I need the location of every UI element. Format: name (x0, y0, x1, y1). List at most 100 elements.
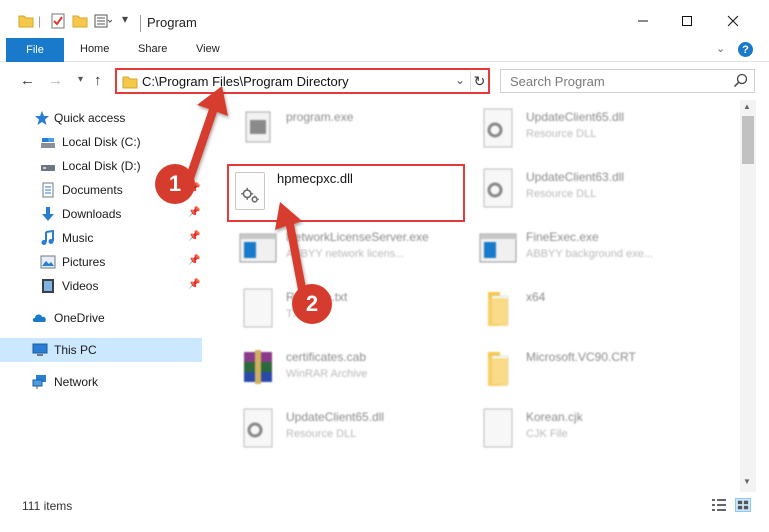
maximize-icon[interactable] (672, 10, 702, 32)
drive-icon (41, 165, 55, 171)
folder-icon (488, 352, 509, 386)
pin-icon[interactable]: 📌 (188, 159, 200, 170)
tab-home[interactable]: Home (80, 43, 109, 55)
file-name: NetworkLicenseServer.exe (286, 230, 429, 244)
qa-separator: | (38, 14, 42, 28)
file-item-hpmecpxc-dll[interactable]: hpmecpxc.dll (227, 164, 465, 222)
tab-file[interactable]: File (6, 38, 64, 62)
app-window-icon (479, 233, 517, 263)
pin-icon[interactable]: 📌 (188, 255, 200, 266)
sidebar-item-label: Local Disk (D:) (62, 159, 141, 173)
archive-icon (244, 350, 272, 384)
details-view-icon[interactable] (711, 498, 727, 512)
qa-dropdown-icon[interactable]: ▾ (122, 12, 128, 26)
file-item-updateclient65-b[interactable]: UpdateClient65.dll Resource DLL (220, 402, 460, 456)
file-item-readme[interactable]: ReadMe.txt TXT (220, 282, 460, 336)
dll-gear-icon (243, 408, 273, 448)
forward-arrow-icon[interactable]: → (48, 72, 63, 89)
properties-icon[interactable] (50, 13, 66, 29)
sidebar-item-quick-access[interactable]: Quick access (0, 106, 202, 130)
file-name: FineExec.exe (526, 230, 599, 244)
sidebar-item-label: Documents (62, 183, 123, 197)
file-item-networklicenseserver[interactable]: NetworkLicenseServer.exe ABBYY network l… (220, 222, 460, 276)
file-item-korean-cjk[interactable]: Korean.cjk CJK File (460, 402, 700, 456)
file-item-updateclient65[interactable]: UpdateClient65.dll Resource DLL (460, 102, 700, 156)
folder-icon (122, 76, 138, 89)
back-arrow-icon[interactable]: ← (20, 72, 35, 89)
recent-locations-icon[interactable]: ▾ (78, 74, 83, 85)
scroll-down-icon[interactable]: ▼ (743, 477, 751, 486)
music-icon (41, 230, 54, 245)
pin-icon[interactable]: 📌 (188, 279, 200, 290)
scroll-up-icon[interactable]: ▲ (743, 102, 751, 111)
sidebar-item-network[interactable]: Network (0, 370, 202, 394)
sidebar-item-music[interactable]: Music 📌 (0, 226, 202, 250)
sidebar-item-onedrive[interactable]: OneDrive (0, 306, 202, 330)
sidebar-item-label: Videos (62, 279, 99, 293)
file-item-fineexec[interactable]: FineExec.exe ABBYY background exe... (460, 222, 700, 276)
sidebar-item-label: Downloads (62, 207, 122, 221)
sidebar-item-local-disk-c[interactable]: Local Disk (C:) (0, 130, 202, 154)
step-badge-1: 1 (155, 164, 195, 204)
pin-icon[interactable]: 📌 (188, 231, 200, 242)
dll-gear-icon (483, 108, 513, 148)
address-dropdown-icon[interactable]: ⌄ (455, 73, 465, 87)
tab-share[interactable]: Share (138, 43, 167, 55)
dll-gear-icon (483, 168, 513, 208)
address-bar[interactable]: C:\Program Files\Program Directory ⌄ ↻ (115, 68, 490, 94)
folder-icon[interactable] (18, 13, 34, 29)
address-path[interactable]: C:\Program Files\Program Directory (142, 74, 349, 89)
sidebar-item-pictures[interactable]: Pictures 📌 (0, 250, 202, 274)
file-item-program-exe[interactable]: program.exe (220, 102, 460, 156)
file-item-microsoft-vc90-crt[interactable]: Microsoft.VC90.CRT (460, 342, 700, 396)
step-badge-2: 2 (292, 284, 332, 324)
file-name: Microsoft.VC90.CRT (526, 350, 636, 364)
file-item-x64[interactable]: x64 (460, 282, 700, 336)
sidebar-item-this-pc[interactable]: This PC (0, 338, 202, 362)
file-type: Resource DLL (286, 428, 357, 440)
dll-gear-icon (235, 172, 265, 210)
large-icons-view-icon[interactable] (735, 498, 751, 512)
title-bar: | ▾ Program (0, 0, 769, 38)
pin-icon[interactable]: 📌 (188, 207, 200, 218)
tab-view[interactable]: View (196, 43, 220, 55)
sidebar-item-label: Quick access (54, 111, 126, 125)
sidebar-item-label: Local Disk (C:) (62, 135, 141, 149)
title-separator (140, 15, 141, 32)
customize-icon[interactable] (94, 13, 112, 29)
file-name: UpdateClient63.dll (526, 170, 625, 184)
file-name: Korean.cjk (526, 410, 583, 424)
download-icon (42, 207, 54, 221)
file-item-updateclient63[interactable]: UpdateClient63.dll Resource DLL (460, 162, 700, 216)
file-type: ABBYY network licens... (286, 248, 405, 260)
file-name: UpdateClient65.dll (286, 410, 385, 424)
file-type: ABBYY background exe... (526, 248, 653, 260)
help-icon[interactable]: ? (738, 42, 753, 57)
videos-icon (42, 279, 54, 293)
search-placeholder: Search Program (510, 74, 605, 89)
folder-icon (488, 292, 509, 326)
app-window-icon (239, 233, 277, 263)
search-input[interactable]: Search Program (500, 69, 755, 93)
refresh-icon[interactable]: ↻ (470, 71, 488, 91)
search-icon[interactable] (733, 73, 749, 89)
close-icon[interactable] (718, 10, 748, 32)
ribbon: File Home Share View ⌄ ? (0, 38, 769, 62)
expand-ribbon-icon[interactable]: ⌄ (716, 42, 725, 55)
pictures-icon (40, 255, 56, 269)
file-item-certificates-cab[interactable]: certificates.cab WinRAR Archive (220, 342, 460, 396)
scrollbar-thumb[interactable] (742, 116, 754, 164)
up-arrow-icon[interactable]: ↑ (94, 72, 102, 89)
star-icon (35, 111, 49, 125)
minimize-icon[interactable] (628, 10, 658, 32)
sidebar-item-videos[interactable]: Videos 📌 (0, 274, 202, 298)
new-folder-icon[interactable] (72, 13, 88, 29)
sidebar-item-label: Pictures (62, 255, 106, 269)
sidebar-item-downloads[interactable]: Downloads 📌 (0, 202, 202, 226)
vertical-scrollbar[interactable]: ▲ ▼ (740, 100, 756, 492)
file-type: WinRAR Archive (286, 368, 368, 380)
file-type: CJK File (526, 428, 568, 440)
computer-icon (32, 343, 48, 356)
sidebar-item-label: Music (62, 231, 94, 245)
sidebar-item-label: Network (54, 375, 99, 389)
